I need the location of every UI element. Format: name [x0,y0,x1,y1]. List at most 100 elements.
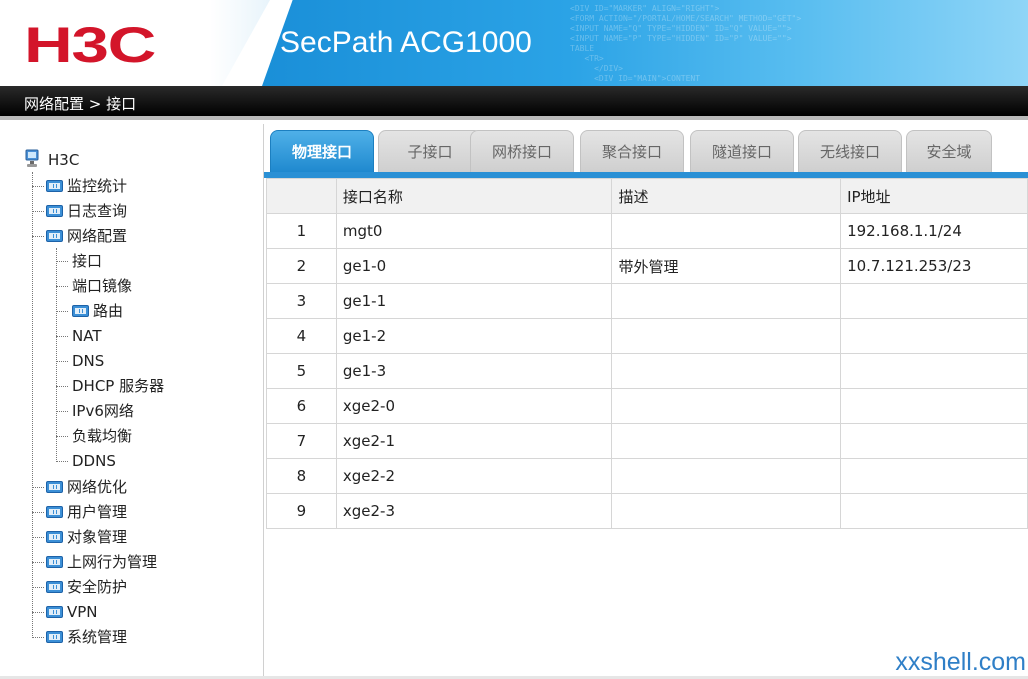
sidebar-item-vpn[interactable]: VPN [46,600,98,625]
tab-security-zone[interactable]: 安全域 [906,130,992,172]
sidebar-item-ipv6[interactable]: IPv6网络 [72,399,134,424]
tree-line [32,211,44,212]
sidebar-item-interface[interactable]: 接口 [72,249,102,274]
row-index: 8 [266,458,337,494]
description-cell [611,458,842,494]
row-index: 3 [266,283,337,319]
column-header-description[interactable]: 描述 [611,178,842,214]
sidebar-item-label: DDNS [72,452,116,470]
sidebar-item-port-mirror[interactable]: 端口镜像 [72,274,132,299]
ip-address-cell [840,318,1028,354]
tab-bridge-interface[interactable]: 网桥接口 [470,130,574,172]
tree-line [32,186,44,187]
interface-name-cell[interactable]: xge2-0 [335,388,613,424]
h3c-logo: H3C [24,17,156,73]
ip-address-cell: 10.7.121.253/23 [840,248,1028,284]
sidebar-item-net-optimize[interactable]: 网络优化 [46,475,127,500]
interface-name-cell[interactable]: ge1-0 [335,248,613,284]
tree-line [56,436,68,437]
table-row[interactable]: 9 xge2-3 [266,493,1028,529]
row-index: 6 [266,388,337,424]
tab-tunnel-interface[interactable]: 隧道接口 [690,130,794,172]
folder-icon [46,480,63,493]
sidebar-item-object-mgmt[interactable]: 对象管理 [46,525,127,550]
sidebar-item-label: VPN [67,603,98,621]
row-index: 5 [266,353,337,389]
interface-name-cell[interactable]: mgt0 [335,213,613,249]
tree-line [32,236,44,237]
sidebar-item-security[interactable]: 安全防护 [46,575,127,600]
folder-icon [46,630,63,643]
sidebar-item-route[interactable]: 路由 [72,299,123,324]
sidebar-item-log[interactable]: 日志查询 [46,199,127,224]
breadcrumb: 网络配置 > 接口 [24,95,137,113]
folder-open-icon [46,229,63,242]
row-index: 1 [266,213,337,249]
table-row[interactable]: 8 xge2-2 [266,458,1028,494]
folder-icon [46,605,63,618]
folder-icon [46,530,63,543]
sidebar-item-dns[interactable]: DNS [72,349,104,374]
sidebar-item-network[interactable]: 网络配置 [46,224,127,249]
tree-line [32,537,44,538]
tree-line [32,587,44,588]
tab-sub-interface[interactable]: 子接口 [378,130,482,172]
tree-line [56,311,68,312]
interface-name-cell[interactable]: xge2-1 [335,423,613,459]
tree-line [56,248,57,462]
description-cell [611,213,842,249]
sidebar-item-label: 上网行为管理 [67,553,158,571]
computer-icon [24,149,42,169]
banner-code-decoration: <DIV ID="MARKER" ALIGN="RIGHT"> <FORM AC… [570,4,802,83]
banner-separator [210,0,270,86]
ip-address-cell [840,458,1028,494]
tree-line [32,562,44,563]
table-row[interactable]: 2 ge1-0 带外管理 10.7.121.253/23 [266,248,1028,284]
header: H3C <DIV ID="MARKER" ALIGN="RIGHT"> <FOR… [0,0,1028,86]
sidebar-item-label: DNS [72,352,105,370]
tab-physical-interface[interactable]: 物理接口 [270,130,374,172]
sidebar-item-label: 网络优化 [67,478,128,496]
description-cell [611,423,842,459]
table-row[interactable]: 7 xge2-1 [266,423,1028,459]
table-row[interactable]: 6 xge2-0 [266,388,1028,424]
sidebar-item-label: 日志查询 [67,202,128,220]
interface-name-cell[interactable]: ge1-3 [335,353,613,389]
sidebar-item-label: 负载均衡 [72,427,133,445]
tree-line [32,172,33,636]
tab-aggregate-interface[interactable]: 聚合接口 [580,130,684,172]
folder-icon [46,580,63,593]
interface-name-cell[interactable]: ge1-2 [335,318,613,354]
sidebar-item-load-balance[interactable]: 负载均衡 [72,424,132,449]
sidebar-item-nat[interactable]: NAT [72,324,101,349]
sidebar-item-system-mgmt[interactable]: 系统管理 [46,625,127,650]
tree-root-h3c[interactable]: H3C [24,148,79,173]
table-row[interactable]: 1 mgt0 192.168.1.1/24 [266,213,1028,249]
interface-name-cell[interactable]: xge2-3 [335,493,613,529]
tab-wireless-interface[interactable]: 无线接口 [798,130,902,172]
table-row[interactable]: 5 ge1-3 [266,353,1028,389]
sidebar-item-behavior-mgmt[interactable]: 上网行为管理 [46,550,157,575]
sidebar-item-user-mgmt[interactable]: 用户管理 [46,500,127,525]
tree-line [32,512,44,513]
sidebar-item-monitor[interactable]: 监控统计 [46,174,127,199]
table-row[interactable]: 4 ge1-2 [266,318,1028,354]
interface-name-cell[interactable]: xge2-2 [335,458,613,494]
sidebar-item-label: 安全防护 [67,578,128,596]
ip-address-cell [840,283,1028,319]
tree-line [56,361,68,362]
table-row[interactable]: 3 ge1-1 [266,283,1028,319]
interface-table: 接口名称 描述 IP地址 1 mgt0 192.168.1.1/24 2 ge1… [266,178,1028,529]
description-cell [611,388,842,424]
column-header-name[interactable]: 接口名称 [335,178,613,214]
column-header-ip[interactable]: IP地址 [840,178,1028,214]
interface-name-cell[interactable]: ge1-1 [335,283,613,319]
sidebar-item-label: 系统管理 [67,628,128,646]
sidebar-item-dhcp[interactable]: DHCP 服务器 [72,374,164,399]
sidebar-item-label: 对象管理 [67,528,128,546]
tree-line [56,286,68,287]
row-index: 4 [266,318,337,354]
row-index: 9 [266,493,337,529]
sidebar-item-label: 用户管理 [67,503,128,521]
sidebar-item-ddns[interactable]: DDNS [72,449,116,474]
